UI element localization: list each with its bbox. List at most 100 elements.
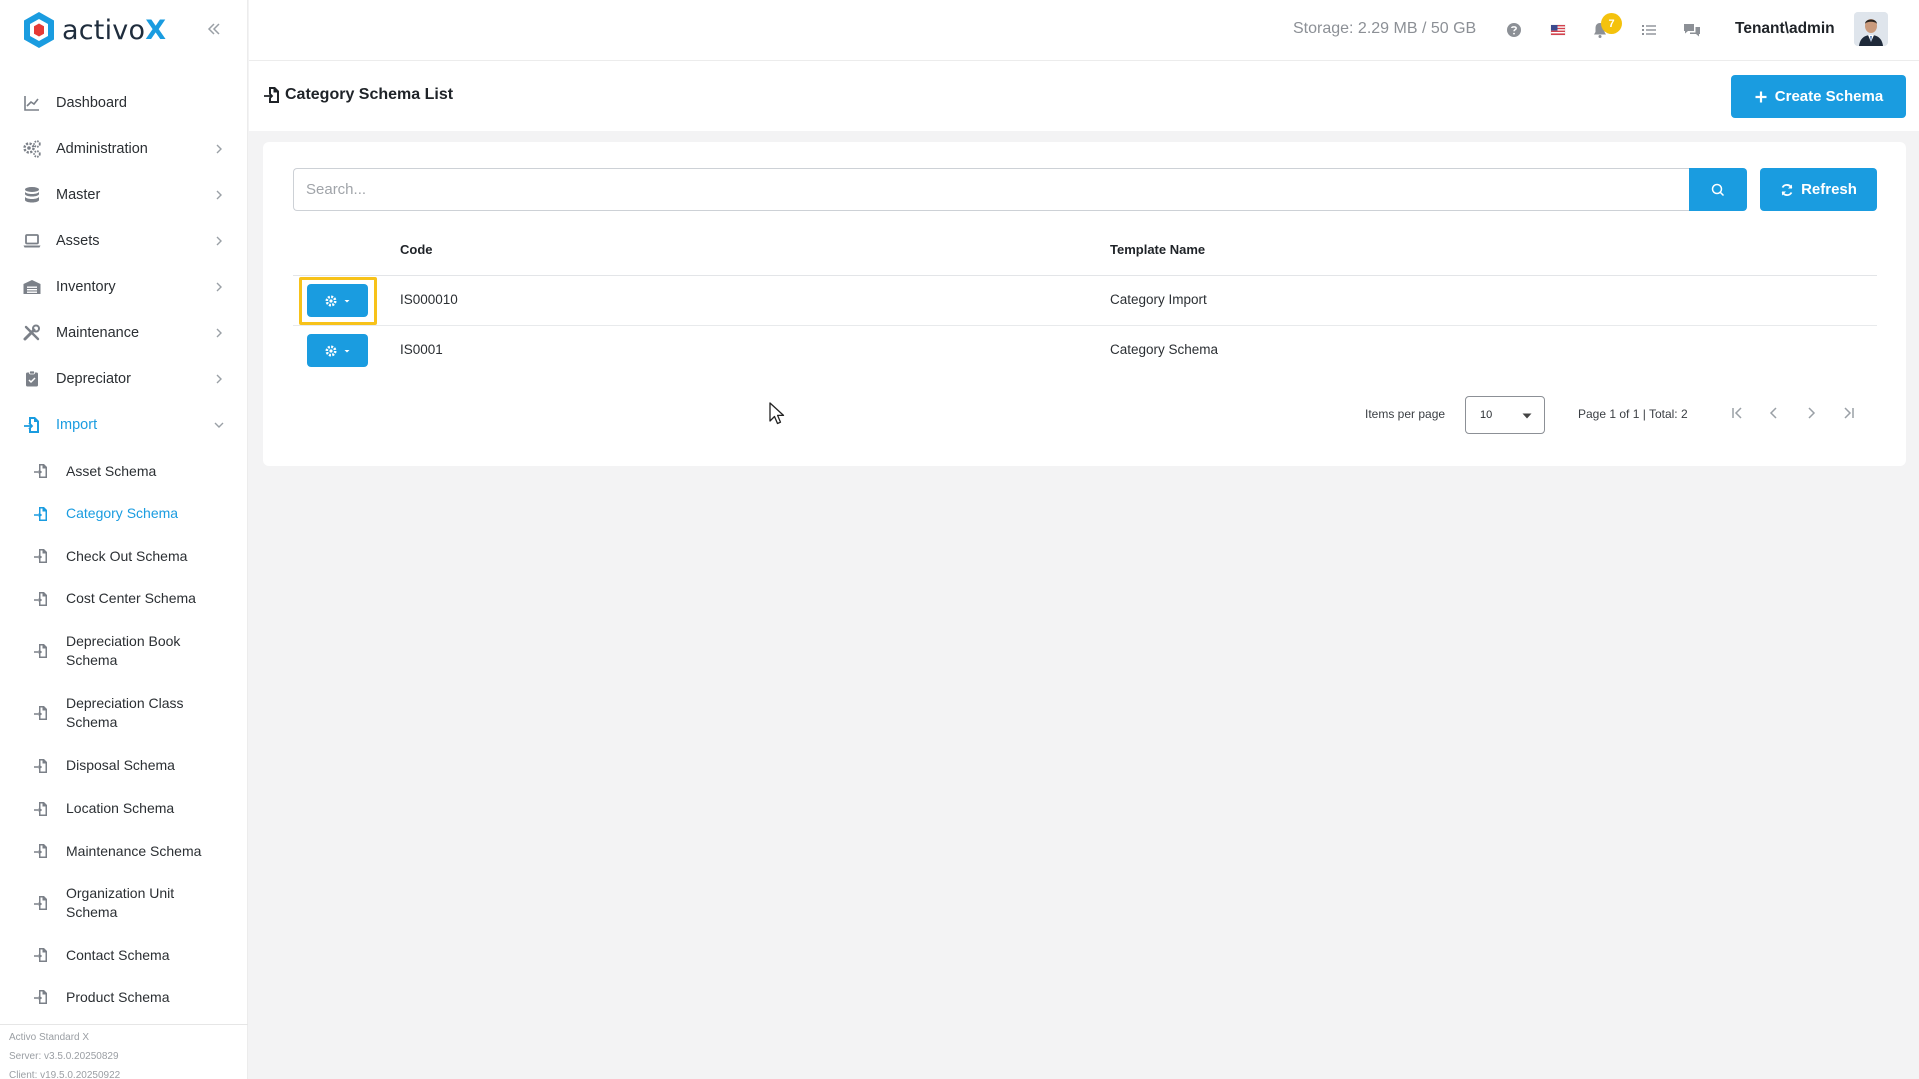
submenu-item-label: Organization Unit Schema [66,885,175,920]
sidebar-nav: Dashboard Administration Master Assets I… [0,60,247,1018]
row-actions-button[interactable] [307,284,368,317]
laptop-icon [22,231,42,251]
chevron-right-icon [213,235,225,247]
submenu-item-cost-center-schema[interactable]: Cost Center Schema [0,577,247,620]
first-page-icon[interactable] [1726,402,1748,424]
import-submenu: Asset Schema Category Schema Check Out S… [0,448,247,1018]
brand-logo[interactable]: activoX [0,0,247,60]
help-icon[interactable] [1504,20,1524,40]
mouse-cursor-icon [768,401,788,427]
user-menu[interactable]: Tenant\admin [1735,20,1835,38]
column-header-template-name[interactable]: Template Name [1110,242,1205,257]
file-import-icon [33,843,49,859]
activo-logo-icon [24,12,54,48]
sidebar-item-label: Assets [56,233,100,249]
items-per-page-value: 10 [1480,409,1493,421]
file-import-icon [33,643,49,659]
sidebar-item-label: Import [56,417,98,433]
submenu-item-depreciation-book-schema[interactable]: Depreciation Book Schema [0,620,247,682]
submenu-item-category-schema[interactable]: Category Schema [0,492,247,535]
sidebar-item-maintenance[interactable]: Maintenance [0,310,247,356]
us-flag-icon[interactable] [1548,20,1568,40]
chevron-down-icon [213,419,225,431]
file-import-icon [33,758,49,774]
next-page-icon[interactable] [1800,402,1822,424]
create-schema-button[interactable]: Create Schema [1731,75,1906,118]
sidebar-item-label: Depreciator [56,371,131,387]
sidebar: activoX Dashboard Administration Master [0,0,248,1079]
previous-page-icon[interactable] [1763,402,1785,424]
warehouse-icon [22,277,42,297]
refresh-label: Refresh [1801,181,1857,198]
submenu-item-disposal-schema[interactable]: Disposal Schema [0,744,247,787]
sidebar-item-inventory[interactable]: Inventory [0,264,247,310]
clipboard-icon [22,369,42,389]
submenu-item-organization-unit-schema[interactable]: Organization Unit Schema [0,872,247,934]
table-header: Code Template Name [293,224,1877,276]
sidebar-item-import[interactable]: Import [0,402,247,448]
submenu-item-check-out-schema[interactable]: Check Out Schema [0,535,247,577]
caret-down-icon [1522,412,1532,420]
edition-text: Activo Standard X [9,1032,90,1043]
page-title: Category Schema List [285,86,454,103]
refresh-icon [1780,183,1794,197]
chevron-right-icon [213,189,225,201]
submenu-item-maintenance-schema[interactable]: Maintenance Schema [0,830,247,872]
file-import-icon [33,705,49,721]
submenu-item-label: Maintenance Schema [66,842,202,859]
submenu-item-contact-schema[interactable]: Contact Schema [0,934,247,976]
storage-usage: Storage: 2.29 MB / 50 GB [1293,20,1477,37]
sidebar-item-label: Administration [56,141,148,157]
cell-code: IS0001 [400,342,443,357]
page-title-wrap: Category Schema List [263,86,453,104]
submenu-item-location-schema[interactable]: Location Schema [0,787,247,830]
chevron-right-icon [213,281,225,293]
sidebar-item-label: Inventory [56,279,116,295]
sidebar-item-assets[interactable]: Assets [0,218,247,264]
table-row: IS0001 Category Schema [293,326,1877,376]
gear-icon [324,294,338,308]
sidebar-item-dashboard[interactable]: Dashboard [0,80,247,126]
sidebar-item-master[interactable]: Master [0,172,247,218]
tasks-icon[interactable] [1639,20,1659,40]
file-import-icon [33,895,49,911]
chart-line-icon [22,93,42,113]
create-schema-label: Create Schema [1774,88,1884,105]
submenu-item-product-schema[interactable]: Product Schema [0,976,247,1018]
server-version-text: Server: v3.5.0.20250829 [9,1051,119,1062]
file-import-icon [33,548,49,564]
gear-icon [324,344,338,358]
sidebar-item-depreciator[interactable]: Depreciator [0,356,247,402]
page-info: Page 1 of 1 | Total: 2 [1578,407,1688,421]
row-actions-button[interactable] [307,334,368,367]
submenu-item-label: Check Out Schema [66,547,188,564]
brand-name-suffix: X [145,14,167,46]
chat-icon[interactable] [1682,20,1702,40]
tools-icon [22,323,42,343]
last-page-icon[interactable] [1838,402,1860,424]
column-header-code[interactable]: Code [400,242,433,257]
submenu-item-depreciation-class-schema[interactable]: Depreciation Class Schema [0,682,247,744]
notification-badge: 7 [1601,13,1622,34]
submenu-item-asset-schema[interactable]: Asset Schema [0,450,247,492]
file-import-icon [33,506,49,522]
items-per-page-label: Items per page [1365,407,1446,421]
submenu-item-label: Location Schema [66,800,175,816]
items-per-page-select[interactable]: 10 [1465,396,1545,434]
avatar[interactable] [1854,12,1888,46]
chevron-right-icon [213,143,225,155]
collapse-sidebar-icon[interactable] [205,20,223,38]
search-input[interactable] [294,169,1690,210]
cell-template-name: Category Import [1110,292,1207,307]
search-icon [1710,182,1726,198]
refresh-button[interactable]: Refresh [1760,168,1877,211]
sidebar-item-label: Master [56,187,101,203]
submenu-item-label: Disposal Schema [66,757,175,773]
search-button[interactable] [1689,168,1747,211]
sidebar-item-administration[interactable]: Administration [0,126,247,172]
submenu-item-label: Cost Center Schema [66,590,196,606]
file-import-icon [33,989,49,1005]
sidebar-item-label: Dashboard [56,95,127,111]
file-import-icon [33,947,49,963]
submenu-item-label: Category Schema [66,505,179,521]
